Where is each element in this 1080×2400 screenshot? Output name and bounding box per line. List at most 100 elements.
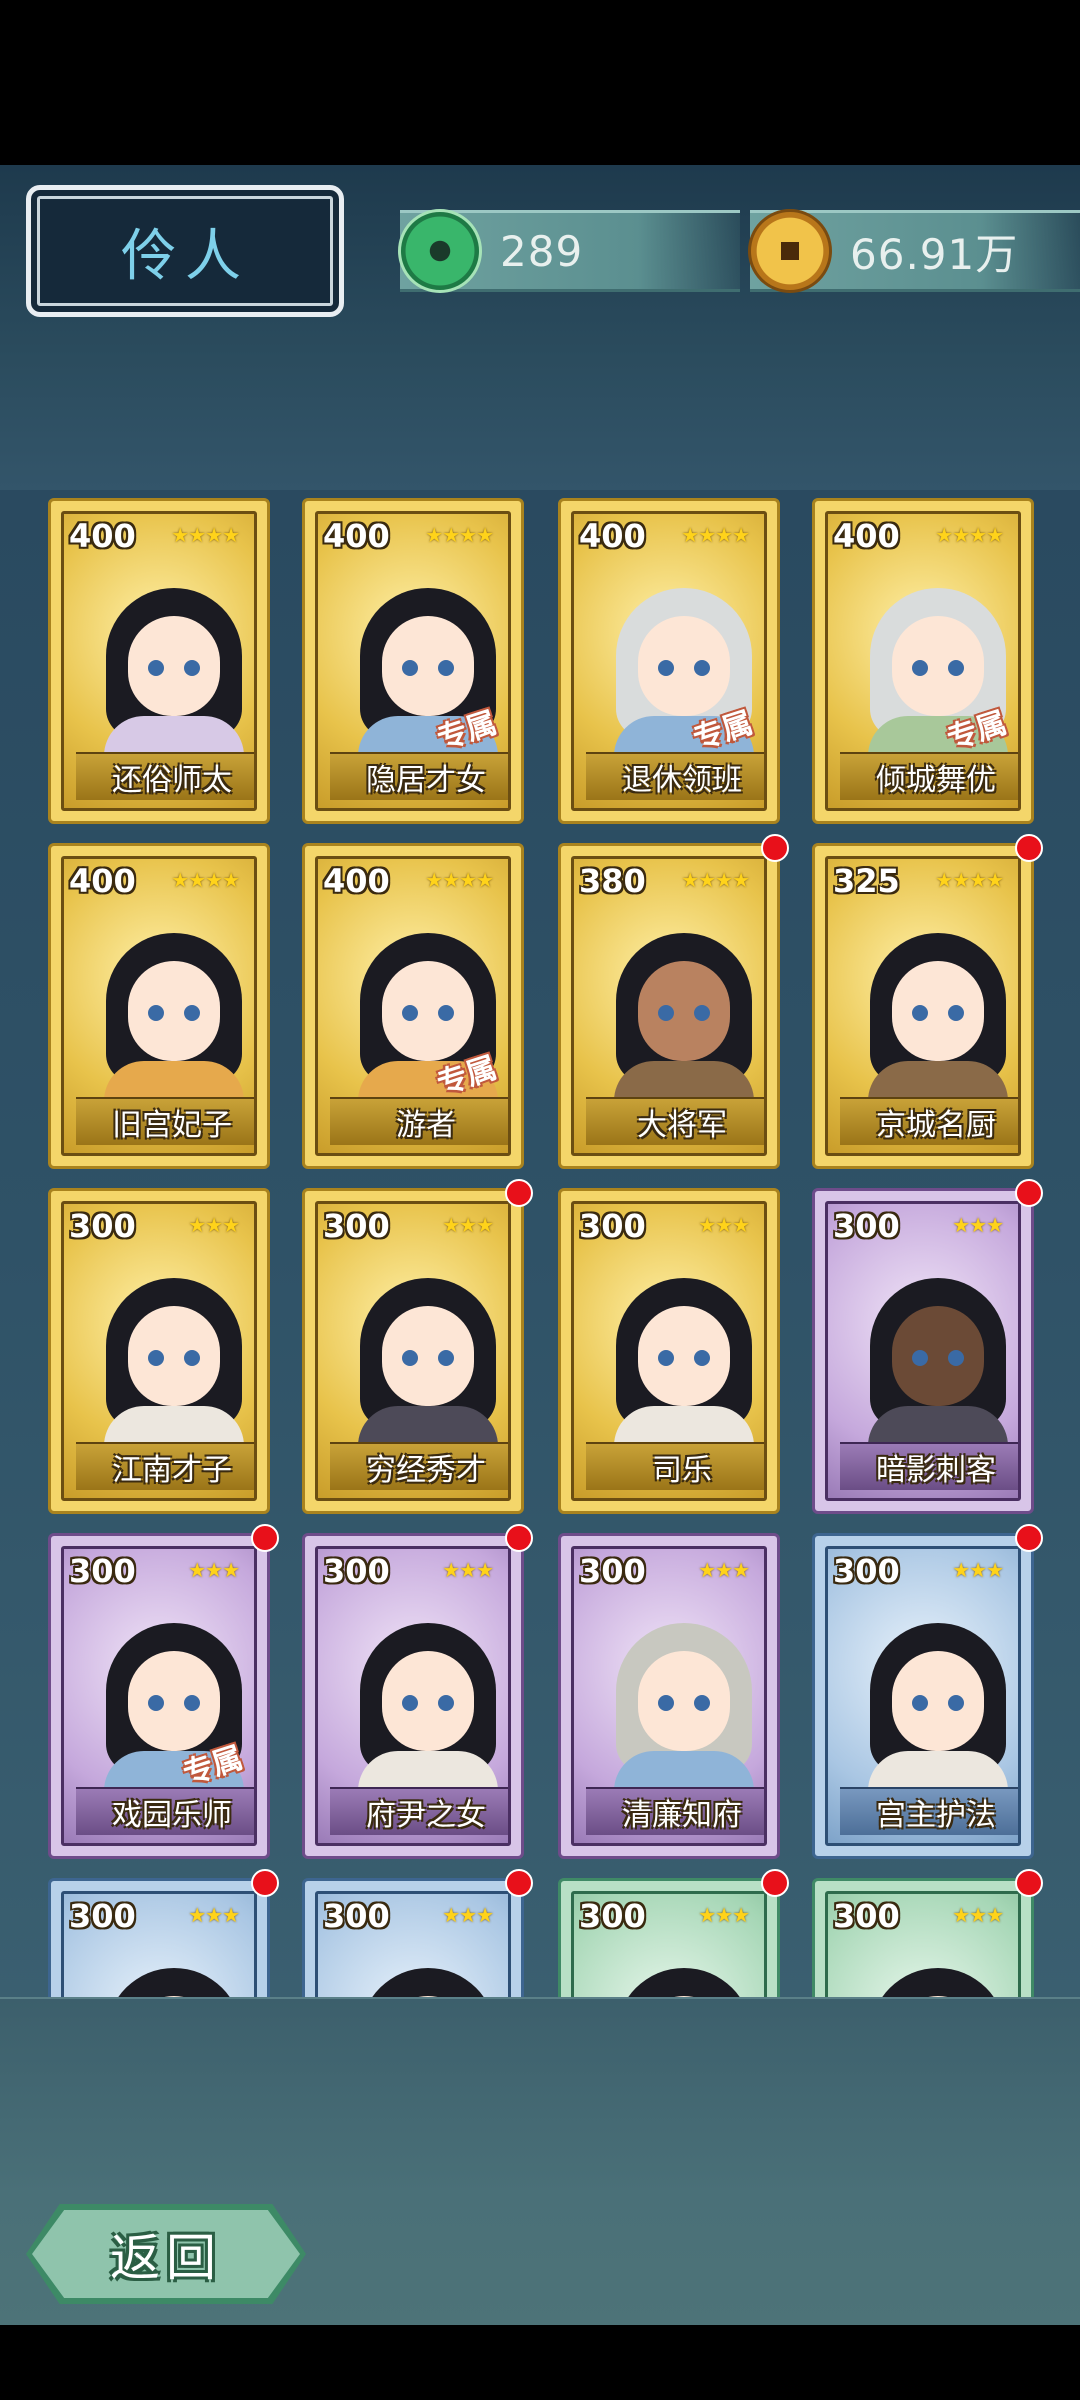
character-card[interactable]: 300 ★★★ 江南才子 [48, 1188, 270, 1514]
card-name: 游者 [330, 1097, 508, 1145]
notification-dot [1015, 1179, 1043, 1207]
portrait-eye [912, 1350, 928, 1366]
character-card[interactable]: 400 ★★★★ 专属 退休领班 [558, 498, 780, 824]
portrait-eye [184, 660, 200, 676]
portrait-face [128, 1651, 220, 1751]
character-card[interactable]: 400 ★★★★ 专属 游者 [302, 843, 524, 1169]
portrait-eye [148, 1350, 164, 1366]
card-cost: 300 [833, 1897, 900, 1935]
header: 伶人 289 66.91万 [0, 165, 1080, 490]
portrait-face [638, 1651, 730, 1751]
character-card[interactable]: 400 ★★★★ 旧宫妃子 [48, 843, 270, 1169]
card-stars: ★★★★ [681, 868, 750, 892]
card-name: 江南才子 [76, 1442, 254, 1490]
card-stars: ★★★ [698, 1903, 750, 1927]
portrait-eye [148, 660, 164, 676]
portrait-eye [948, 1695, 964, 1711]
card-frame: 江南才子 [61, 1201, 257, 1501]
card-frame: 宫主护法 [825, 1546, 1021, 1846]
card-name: 大将军 [586, 1097, 764, 1145]
notification-dot [505, 1179, 533, 1207]
card-name: 府尹之女 [330, 1787, 508, 1835]
card-frame: 府尹之女 [315, 1546, 511, 1846]
card-frame: 清廉知府 [571, 1546, 767, 1846]
card-frame: 穷经秀才 [315, 1201, 511, 1501]
portrait-eye [402, 1350, 418, 1366]
card-stars: ★★★★ [935, 523, 1004, 547]
jade-ring-icon [398, 209, 482, 293]
portrait-eye [184, 1695, 200, 1711]
portrait-face [382, 1306, 474, 1406]
card-cost: 300 [69, 1897, 136, 1935]
character-card[interactable]: 300 ★★★ 暗影刺客 [812, 1179, 1043, 1514]
bottom-bar: 返回 [0, 1997, 1080, 2325]
character-portrait [858, 1956, 1018, 1997]
card-frame: 还俗师太 [61, 511, 257, 811]
notification-dot [761, 834, 789, 862]
card-cost: 300 [833, 1207, 900, 1245]
coin-currency-bar[interactable]: 66.91万 [748, 209, 1080, 293]
portrait-eye [694, 660, 710, 676]
notification-dot [505, 1869, 533, 1897]
character-card[interactable]: 325 ★★★★ 京城名厨 [812, 834, 1043, 1169]
card-name: 隐居才女 [330, 752, 508, 800]
portrait-eye [912, 1005, 928, 1021]
character-card[interactable]: 300 ★★★ 宫主护法 [812, 1524, 1043, 1859]
portrait-hair [106, 1968, 242, 1997]
card-cost: 300 [323, 1897, 390, 1935]
card-frame: 专属 游者 [315, 856, 511, 1156]
portrait-hair [870, 1968, 1006, 1997]
portrait-hair [616, 1968, 752, 1997]
portrait-eye [658, 660, 674, 676]
portrait-eye [912, 1695, 928, 1711]
character-card[interactable]: 300 ★★★ 司乐 [558, 1188, 780, 1514]
character-card[interactable]: 300 ★★★ [302, 1869, 533, 1997]
back-button[interactable]: 返回 [26, 2204, 306, 2304]
card-stars: ★★★★ [425, 868, 494, 892]
coin-amount: 66.91万 [850, 229, 1019, 279]
character-card[interactable]: 300 ★★★ [812, 1869, 1043, 1997]
character-portrait [604, 1956, 764, 1997]
portrait-eye [948, 1005, 964, 1021]
card-name: 穷经秀才 [330, 1442, 508, 1490]
notification-dot [251, 1524, 279, 1552]
card-name: 清廉知府 [586, 1787, 764, 1835]
character-card[interactable]: 300 ★★★ 府尹之女 [302, 1524, 533, 1859]
card-cost: 380 [579, 862, 646, 900]
card-frame: 暗影刺客 [825, 1201, 1021, 1501]
notification-dot [1015, 834, 1043, 862]
portrait-eye [184, 1005, 200, 1021]
character-card[interactable]: 400 ★★★★ 专属 隐居才女 [302, 498, 524, 824]
portrait-eye [694, 1695, 710, 1711]
character-card[interactable]: 300 ★★★ 专属 戏园乐师 [48, 1524, 279, 1859]
character-card[interactable]: 300 ★★★ [48, 1869, 279, 1997]
portrait-eye [658, 1005, 674, 1021]
character-card[interactable]: 380 ★★★★ 大将军 [558, 834, 789, 1169]
character-portrait [94, 1956, 254, 1997]
card-frame: 专属 退休领班 [571, 511, 767, 811]
character-card[interactable]: 400 ★★★★ 专属 倾城舞优 [812, 498, 1034, 824]
character-grid[interactable]: 400 ★★★★ 还俗师太 400 ★★★★ 专属 隐居才女 400 ★★★★ 专属 退休领班 400… [0, 490, 1080, 1997]
character-card[interactable]: 400 ★★★★ 还俗师太 [48, 498, 270, 824]
character-card[interactable]: 300 ★★★ [558, 1869, 789, 1997]
portrait-eye [658, 1695, 674, 1711]
card-name: 司乐 [586, 1442, 764, 1490]
portrait-eye [948, 660, 964, 676]
card-cost: 325 [833, 862, 900, 900]
jade-currency-bar[interactable]: 289 [398, 209, 740, 293]
portrait-face [892, 961, 984, 1061]
card-name: 戏园乐师 [76, 1787, 254, 1835]
portrait-face [382, 961, 474, 1061]
card-stars: ★★★ [188, 1213, 240, 1237]
card-name: 暗影刺客 [840, 1442, 1018, 1490]
back-button-label: 返回 [110, 2229, 222, 2287]
card-cost: 400 [69, 862, 136, 900]
portrait-face [892, 616, 984, 716]
copper-coin-icon [748, 209, 832, 293]
card-cost: 400 [579, 517, 646, 555]
portrait-face [892, 1306, 984, 1406]
character-card[interactable]: 300 ★★★ 清廉知府 [558, 1533, 780, 1859]
jade-amount: 289 [500, 226, 584, 276]
character-card[interactable]: 300 ★★★ 穷经秀才 [302, 1179, 533, 1514]
card-stars: ★★★ [952, 1903, 1004, 1927]
